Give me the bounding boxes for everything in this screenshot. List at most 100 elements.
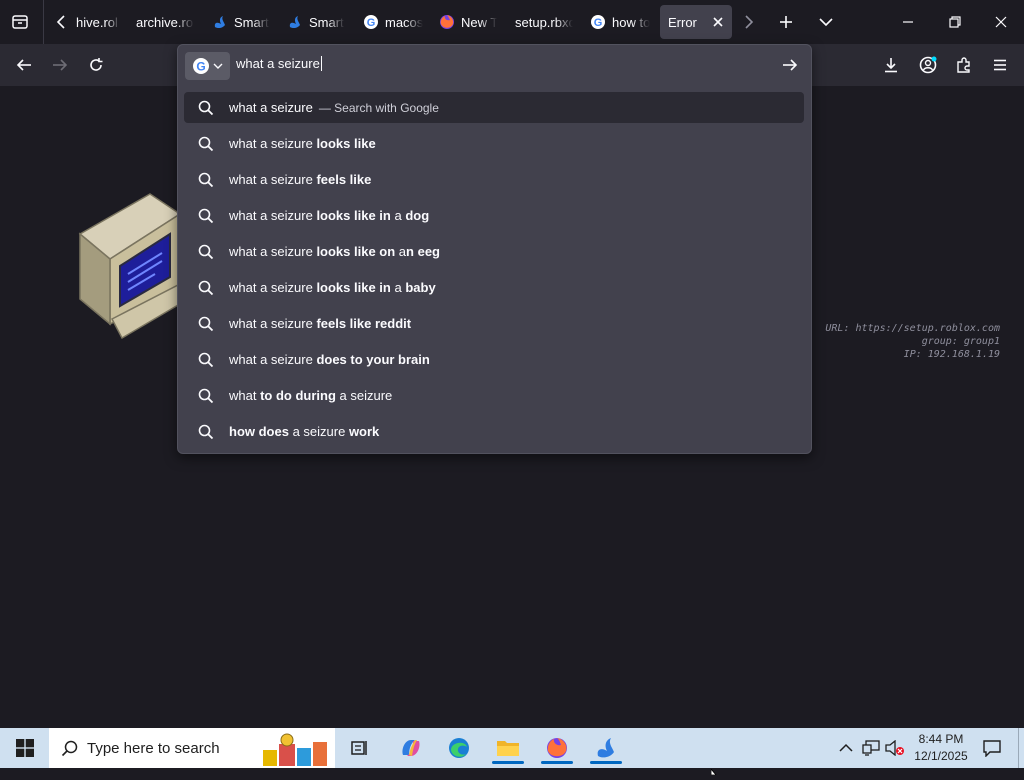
suggestion-typed-part: what a seizure <box>229 352 317 367</box>
suggestion-completion: to do during <box>260 388 336 403</box>
account-button[interactable] <box>915 52 941 78</box>
extensions-button[interactable] <box>951 52 977 78</box>
suggestion-completion: looks like on <box>316 244 396 259</box>
tab-1[interactable]: archive.rol <box>136 5 194 39</box>
restore-button[interactable] <box>937 8 973 36</box>
tab-5[interactable]: New T <box>439 5 497 39</box>
notifications-button[interactable] <box>978 736 1006 760</box>
suggestion-row[interactable]: what a seizure feels like <box>184 164 804 195</box>
address-input-value: what a seizure <box>236 56 320 71</box>
suggestion-typed-part: what a seizure <box>229 136 317 151</box>
download-icon <box>885 58 897 73</box>
back-button[interactable] <box>11 52 37 78</box>
suggestion-row[interactable]: what a seizure looks like in a baby <box>184 272 804 303</box>
new-tab-button[interactable] <box>774 10 798 34</box>
suggestion-row[interactable]: what to do during a seizure <box>184 380 804 411</box>
folder-icon <box>497 741 519 756</box>
tab-0[interactable]: hive.rol <box>76 5 120 39</box>
chevron-up-icon <box>839 743 853 752</box>
reload-button[interactable] <box>83 52 109 78</box>
tab-4[interactable]: G macos <box>363 5 423 39</box>
suggestion-completion: feels like reddit <box>316 316 412 331</box>
tab-3[interactable]: Smart <box>287 5 345 39</box>
tab-label: archive.rol <box>136 14 194 30</box>
forward-button[interactable] <box>47 52 73 78</box>
search-icon <box>198 136 214 151</box>
suggestion-row[interactable]: what a seizure looks like on an eeg <box>184 236 804 267</box>
hamburger-icon <box>994 59 1006 71</box>
firefox-taskbar-button[interactable] <box>537 732 577 764</box>
taskbar: Type here to search 8:44 PM 12/1/2025 <box>0 728 1024 768</box>
clock[interactable]: 8:44 PM 12/1/2025 <box>910 731 972 767</box>
suggestion-row[interactable]: what a seizure looks like <box>184 128 804 159</box>
go-button[interactable] <box>778 55 802 75</box>
copilot-button[interactable] <box>391 732 431 764</box>
suggestion-row[interactable]: what a seizure feels like reddit <box>184 308 804 339</box>
search-icon <box>198 280 214 295</box>
computer-illustration <box>78 193 190 340</box>
suggestion-completion: looks like in <box>316 280 391 295</box>
suggestion-text: what a seizure looks like <box>229 136 376 151</box>
scroll-tabs-right-button[interactable] <box>740 12 758 32</box>
volume-button[interactable] <box>884 738 906 758</box>
smartswan-taskbar-button[interactable] <box>586 732 626 764</box>
clock-date: 12/1/2025 <box>914 749 968 763</box>
svg-text:G: G <box>196 60 205 74</box>
close-window-button[interactable] <box>983 8 1019 36</box>
suggestion-row[interactable]: what a seizure looks like in a dog <box>184 200 804 231</box>
tab-list-button[interactable] <box>8 10 32 34</box>
suggestion-row[interactable]: how does a seizure work <box>184 416 804 447</box>
suggestion-row[interactable]: what a seizure — Search with Google <box>184 92 804 123</box>
chevron-down-icon <box>213 63 223 69</box>
suggestion-after: a <box>395 244 407 259</box>
puzzle-icon <box>957 57 970 73</box>
network-icon <box>862 740 880 756</box>
notification-icon <box>983 740 1001 757</box>
google-icon: G <box>591 15 605 29</box>
search-icon <box>198 100 214 115</box>
urlbar: G what a seizure <box>178 45 811 85</box>
address-input[interactable]: what a seizure <box>236 56 736 71</box>
suggestion-completion: how does <box>229 424 289 439</box>
show-desktop-button[interactable] <box>1018 728 1024 768</box>
suggestion-typed-part: what <box>229 388 261 403</box>
tab-2[interactable]: Smart <box>212 5 270 39</box>
search-engine-button[interactable]: G <box>185 52 230 80</box>
close-tab-icon[interactable] <box>712 16 724 28</box>
suggestion-typed-part: what a seizure <box>229 100 313 115</box>
firefox-icon <box>547 738 567 758</box>
text-caret <box>320 56 322 71</box>
scroll-tabs-left-button[interactable] <box>52 12 70 32</box>
list-all-tabs-button[interactable] <box>814 10 838 34</box>
edge-button[interactable] <box>439 732 479 764</box>
svg-text:G: G <box>367 17 376 29</box>
show-hidden-icons-button[interactable] <box>836 738 856 758</box>
suggestion-typed-part: what a seizure <box>229 280 317 295</box>
suggestion-text: what a seizure looks like in a dog <box>229 208 429 223</box>
start-button[interactable] <box>0 728 49 768</box>
menu-button[interactable] <box>987 52 1013 78</box>
suggestion-action-label: — Search with Google <box>318 100 439 115</box>
tab-active[interactable]: Error <box>660 5 732 39</box>
suggestion-text: what a seizure <box>229 100 313 115</box>
suggestion-row[interactable]: what a seizure does to your brain <box>184 344 804 375</box>
suggestion-completion: does to your brain <box>316 352 430 367</box>
svg-text:G: G <box>594 17 603 29</box>
tab-6[interactable]: setup.rbxcd <box>515 5 573 39</box>
taskbar-search-box[interactable]: Type here to search <box>49 728 335 768</box>
file-explorer-button[interactable] <box>488 732 528 764</box>
search-highlight-icon <box>263 733 327 766</box>
network-button[interactable] <box>860 738 882 758</box>
tab-7[interactable]: G how to <box>590 5 650 39</box>
tab-label: macos <box>385 14 423 30</box>
search-icon <box>198 424 214 439</box>
urlbar-popup: G what a seizure what a seizure — Search … <box>177 44 812 454</box>
suggestion-text: what to do during a seizure <box>229 388 392 403</box>
suggestion-typed-part: what a seizure <box>229 244 317 259</box>
task-view-button[interactable] <box>340 732 380 764</box>
downloads-button[interactable] <box>878 52 904 78</box>
tab-label: hive.rol <box>76 14 118 30</box>
arrow-left-icon <box>16 59 31 71</box>
divider <box>43 0 44 44</box>
minimize-button[interactable] <box>890 8 926 36</box>
